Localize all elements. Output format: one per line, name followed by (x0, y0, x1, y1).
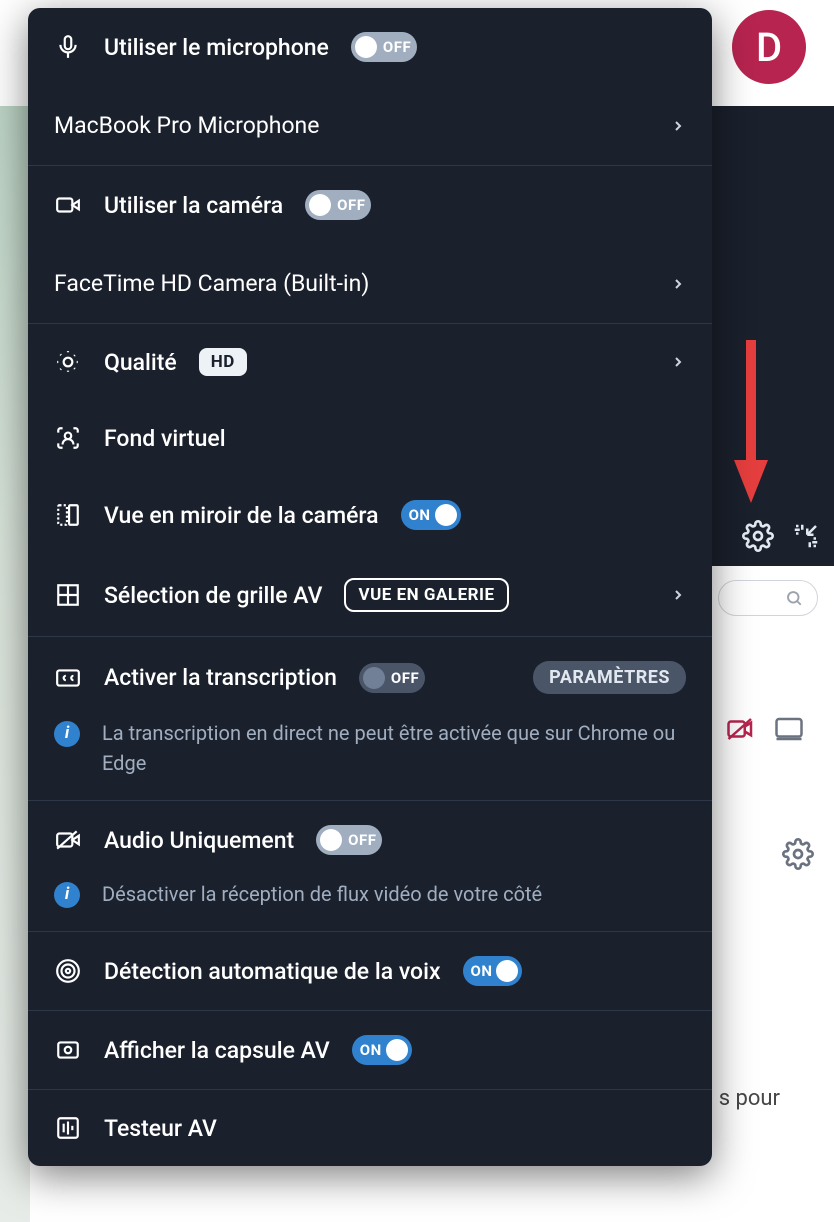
voice-detection-icon (54, 957, 82, 985)
transcription-label: Activer la transcription (104, 664, 337, 691)
info-icon: i (54, 721, 80, 747)
chevron-right-icon (670, 354, 686, 370)
avatar[interactable]: D (732, 10, 806, 84)
av-tester-label: Testeur AV (104, 1115, 217, 1142)
camera-device-row[interactable]: FaceTime HD Camera (Built-in) (28, 244, 712, 323)
grid-selection-row[interactable]: Sélection de grille AV VUE EN GALERIE (28, 554, 712, 636)
microphone-toggle[interactable]: OFF (351, 32, 417, 62)
info-icon: i (54, 882, 80, 908)
voice-detection-label: Détection automatique de la voix (104, 958, 441, 985)
quality-badge: HD (199, 348, 247, 376)
microphone-row[interactable]: Utiliser le microphone OFF (28, 8, 712, 86)
transcription-info-text: La transcription en direct ne peut être … (102, 718, 686, 778)
capsule-label: Afficher la capsule AV (104, 1037, 330, 1064)
monitor-side-icon[interactable] (774, 714, 804, 744)
audio-only-info-row: i Désactiver la réception de flux vidéo … (28, 879, 712, 931)
transcription-info-row: i La transcription en direct ne peut êtr… (28, 718, 712, 800)
audio-only-row[interactable]: Audio Uniquement OFF (28, 801, 712, 879)
quality-label: Qualité (104, 349, 177, 376)
chevron-right-icon (670, 587, 686, 603)
audio-only-info-text: Désactiver la réception de flux vidéo de… (102, 879, 542, 909)
camera-toggle[interactable]: OFF (305, 190, 371, 220)
camera-row[interactable]: Utiliser la caméra OFF (28, 166, 712, 244)
transcription-settings-button[interactable]: PARAMÈTRES (533, 661, 686, 694)
audio-only-label: Audio Uniquement (104, 827, 294, 854)
equalizer-icon (54, 1114, 82, 1142)
background-text: s pour (719, 1086, 780, 1111)
microphone-icon (54, 33, 82, 61)
grid-badge: VUE EN GALERIE (344, 578, 508, 612)
mirror-row[interactable]: Vue en miroir de la caméra ON (28, 476, 712, 554)
minimize-icon-toolbar[interactable] (788, 518, 824, 554)
background-strip (0, 106, 30, 1222)
chevron-right-icon (670, 276, 686, 292)
voice-detection-row[interactable]: Détection automatique de la voix ON (28, 932, 712, 1010)
grid-icon (54, 581, 82, 609)
virtual-background-row[interactable]: Fond virtuel (28, 400, 712, 476)
avatar-initial: D (756, 24, 782, 71)
search-icon (785, 589, 803, 607)
virtual-background-label: Fond virtuel (104, 425, 226, 452)
mirror-toggle[interactable]: ON (401, 500, 461, 530)
mirror-icon (54, 501, 82, 529)
transcription-toggle[interactable]: OFF (359, 663, 425, 693)
microphone-device-label: MacBook Pro Microphone (54, 112, 319, 139)
closed-caption-icon (54, 664, 82, 692)
search-input[interactable] (718, 580, 818, 616)
voice-detection-toggle[interactable]: ON (463, 956, 523, 986)
capsule-row[interactable]: Afficher la capsule AV ON (28, 1011, 712, 1089)
settings-side-icon[interactable] (782, 838, 814, 870)
grid-selection-label: Sélection de grille AV (104, 582, 322, 609)
camera-device-label: FaceTime HD Camera (Built-in) (54, 270, 369, 297)
settings-icon-toolbar[interactable] (740, 518, 776, 554)
capsule-icon (54, 1036, 82, 1064)
transcription-row[interactable]: Activer la transcription OFF PARAMÈTRES (28, 637, 712, 718)
microphone-device-row[interactable]: MacBook Pro Microphone (28, 86, 712, 165)
audio-only-toggle[interactable]: OFF (316, 825, 382, 855)
quality-row[interactable]: Qualité HD (28, 324, 712, 400)
camera-icon (54, 191, 82, 219)
camera-off-icon (54, 826, 82, 854)
camera-label: Utiliser la caméra (104, 192, 283, 219)
microphone-label: Utiliser le microphone (104, 34, 329, 61)
camera-off-side-icon[interactable] (726, 714, 756, 744)
av-settings-panel: Utiliser le microphone OFF MacBook Pro M… (28, 8, 712, 1166)
virtual-background-icon (54, 424, 82, 452)
chevron-right-icon (670, 118, 686, 134)
av-tester-row[interactable]: Testeur AV (28, 1090, 712, 1166)
mirror-label: Vue en miroir de la caméra (104, 502, 379, 529)
capsule-toggle[interactable]: ON (352, 1035, 412, 1065)
quality-icon (54, 348, 82, 376)
